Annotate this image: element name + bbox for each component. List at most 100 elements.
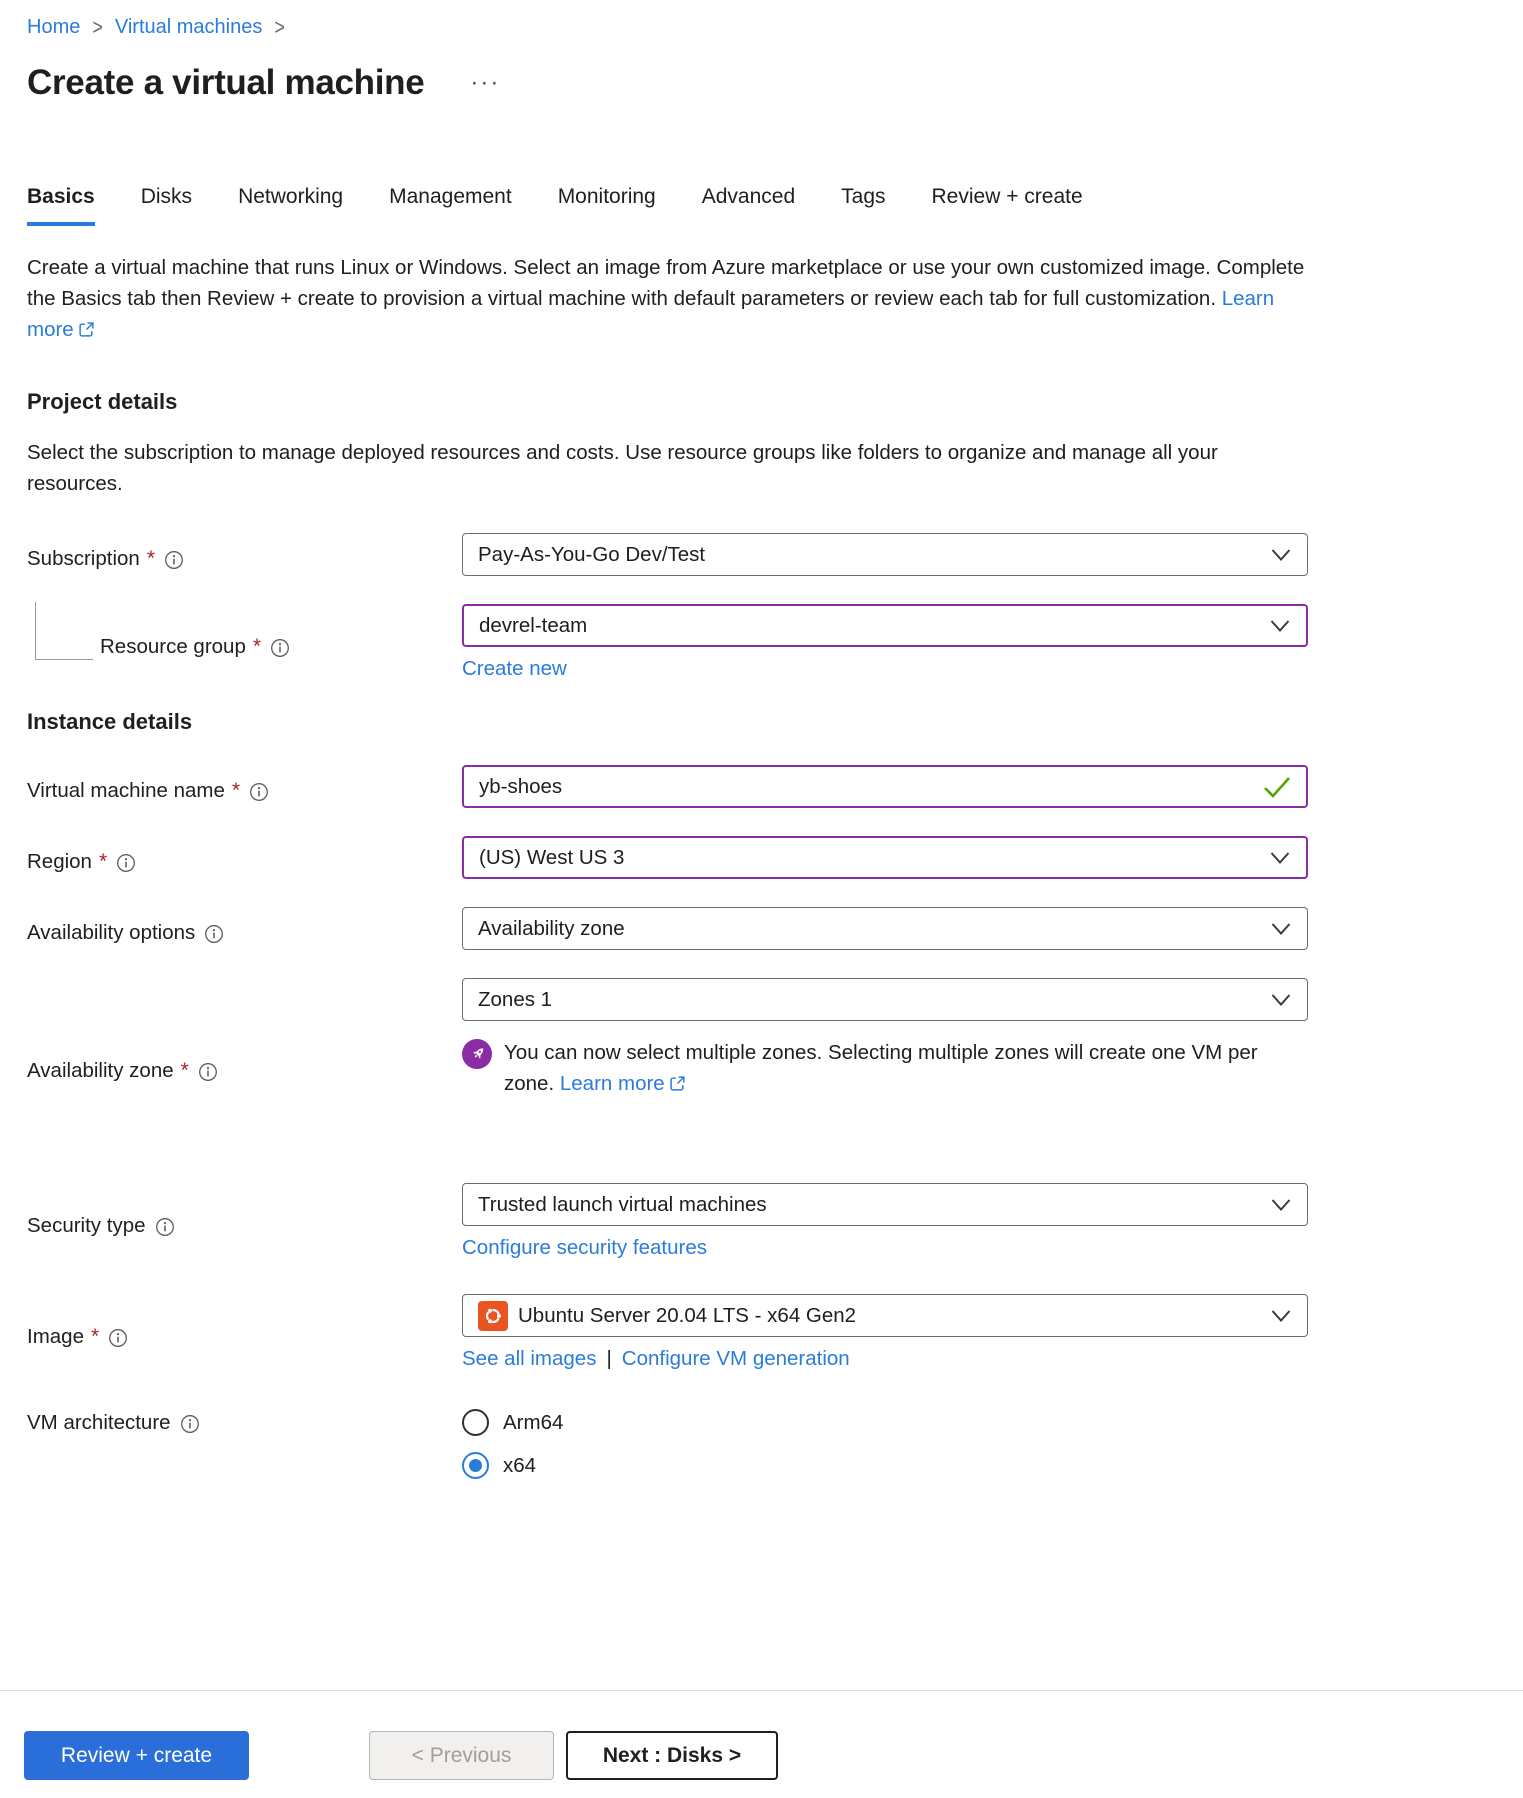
availability-zone-value: Zones 1 bbox=[478, 988, 552, 1012]
availability-options-label: Availability options bbox=[27, 921, 195, 945]
breadcrumb-separator: > bbox=[274, 14, 285, 40]
tab-monitoring[interactable]: Monitoring bbox=[558, 185, 656, 226]
security-type-value: Trusted launch virtual machines bbox=[478, 1193, 767, 1217]
vm-architecture-radio-group: Arm64 x64 bbox=[462, 1407, 1308, 1479]
tab-networking[interactable]: Networking bbox=[238, 185, 343, 226]
field-row-image: Image * Ubuntu Server 20.04 bbox=[27, 1294, 1308, 1371]
zones-note-text: You can now select multiple zones. Selec… bbox=[504, 1037, 1302, 1099]
breadcrumb-link-home[interactable]: Home bbox=[27, 16, 80, 39]
ubuntu-logo-icon bbox=[478, 1301, 508, 1331]
hierarchy-connector-line bbox=[35, 602, 93, 660]
info-icon[interactable] bbox=[164, 550, 184, 570]
radio-circle-icon bbox=[462, 1409, 489, 1436]
tab-disks[interactable]: Disks bbox=[141, 185, 192, 226]
vm-name-input[interactable] bbox=[479, 775, 1260, 799]
region-value: (US) West US 3 bbox=[479, 846, 624, 870]
configure-security-features-link[interactable]: Configure security features bbox=[462, 1236, 707, 1260]
field-row-availability-options: Availability options Availability zone bbox=[27, 907, 1308, 950]
image-value: Ubuntu Server 20.04 LTS - x64 Gen2 bbox=[518, 1304, 856, 1328]
availability-options-value: Availability zone bbox=[478, 917, 625, 941]
review-create-button[interactable]: Review + create bbox=[24, 1731, 249, 1780]
zones-learn-more-link[interactable]: Learn more bbox=[560, 1072, 665, 1095]
create-new-resource-group-link[interactable]: Create new bbox=[462, 657, 567, 681]
chevron-down-icon bbox=[1271, 993, 1291, 1006]
required-asterisk: * bbox=[253, 635, 261, 659]
image-dropdown[interactable]: Ubuntu Server 20.04 LTS - x64 Gen2 bbox=[462, 1294, 1308, 1337]
required-asterisk: * bbox=[232, 779, 240, 803]
zones-info-note: You can now select multiple zones. Selec… bbox=[462, 1037, 1302, 1099]
section-heading-project-details: Project details bbox=[27, 389, 1308, 415]
tab-strip: Basics Disks Networking Management Monit… bbox=[27, 185, 1308, 226]
availability-options-dropdown[interactable]: Availability zone bbox=[462, 907, 1308, 950]
info-icon[interactable] bbox=[116, 853, 136, 873]
vm-architecture-label: VM architecture bbox=[27, 1411, 171, 1435]
chevron-down-icon bbox=[1271, 1309, 1291, 1322]
subscription-dropdown[interactable]: Pay-As-You-Go Dev/Test bbox=[462, 533, 1308, 576]
tab-tags[interactable]: Tags bbox=[841, 185, 885, 226]
tab-advanced[interactable]: Advanced bbox=[702, 185, 795, 226]
security-type-label: Security type bbox=[27, 1214, 146, 1238]
radio-arm64[interactable]: Arm64 bbox=[462, 1409, 563, 1436]
section-heading-instance-details: Instance details bbox=[27, 709, 1308, 735]
configure-vm-generation-link[interactable]: Configure VM generation bbox=[622, 1347, 850, 1371]
chevron-down-icon bbox=[1271, 922, 1291, 935]
required-asterisk: * bbox=[181, 1059, 189, 1083]
info-icon[interactable] bbox=[108, 1328, 128, 1348]
resource-group-value: devrel-team bbox=[479, 614, 587, 638]
required-asterisk: * bbox=[99, 850, 107, 874]
field-row-availability-zone: Availability zone * Zones 1 bbox=[27, 978, 1308, 1155]
required-asterisk: * bbox=[91, 1325, 99, 1349]
project-details-description: Select the subscription to manage deploy… bbox=[27, 437, 1308, 499]
external-link-icon bbox=[669, 1075, 686, 1092]
chevron-down-icon bbox=[1270, 619, 1290, 632]
tab-basics[interactable]: Basics bbox=[27, 185, 95, 226]
previous-button[interactable]: < Previous bbox=[369, 1731, 554, 1780]
tab-review-create[interactable]: Review + create bbox=[932, 185, 1083, 226]
info-icon[interactable] bbox=[249, 782, 269, 802]
vm-name-input-wrapper bbox=[462, 765, 1308, 808]
more-menu-button[interactable]: ··· bbox=[470, 69, 500, 97]
info-icon[interactable] bbox=[155, 1217, 175, 1237]
radio-x64-label: x64 bbox=[503, 1454, 536, 1478]
subscription-value: Pay-As-You-Go Dev/Test bbox=[478, 543, 705, 567]
field-row-resource-group: Resource group * devrel-team Create new bbox=[27, 604, 1308, 681]
valid-checkmark-icon bbox=[1262, 775, 1292, 799]
page-content: Home > Virtual machines > Create a virtu… bbox=[0, 0, 1523, 1507]
security-type-dropdown[interactable]: Trusted launch virtual machines bbox=[462, 1183, 1308, 1226]
chevron-down-icon bbox=[1271, 548, 1291, 561]
tab-management[interactable]: Management bbox=[389, 185, 512, 226]
external-link-icon bbox=[78, 321, 95, 338]
info-icon[interactable] bbox=[270, 638, 290, 658]
radio-circle-icon bbox=[462, 1452, 489, 1479]
rocket-icon bbox=[462, 1039, 492, 1069]
info-icon[interactable] bbox=[198, 1062, 218, 1082]
breadcrumb: Home > Virtual machines > bbox=[27, 16, 1308, 39]
see-all-images-link[interactable]: See all images bbox=[462, 1347, 596, 1371]
page-title: Create a virtual machine bbox=[27, 63, 424, 103]
info-icon[interactable] bbox=[180, 1414, 200, 1434]
next-disks-button[interactable]: Next : Disks > bbox=[566, 1731, 778, 1780]
subscription-label: Subscription bbox=[27, 547, 140, 571]
region-label: Region bbox=[27, 850, 92, 874]
chevron-down-icon bbox=[1270, 851, 1290, 864]
radio-arm64-label: Arm64 bbox=[503, 1411, 563, 1435]
required-asterisk: * bbox=[147, 547, 155, 571]
region-dropdown[interactable]: (US) West US 3 bbox=[462, 836, 1308, 879]
info-icon[interactable] bbox=[204, 924, 224, 944]
radio-x64[interactable]: x64 bbox=[462, 1452, 536, 1479]
wizard-footer: Review + create < Previous Next : Disks … bbox=[0, 1690, 1523, 1798]
image-label: Image bbox=[27, 1325, 84, 1349]
field-row-security-type: Security type Trusted launch virtual mac… bbox=[27, 1183, 1308, 1260]
availability-zone-label: Availability zone bbox=[27, 1059, 174, 1083]
links-separator: | bbox=[606, 1347, 611, 1371]
resource-group-dropdown[interactable]: devrel-team bbox=[462, 604, 1308, 647]
intro-text: Create a virtual machine that runs Linux… bbox=[27, 252, 1308, 345]
breadcrumb-link-virtual-machines[interactable]: Virtual machines bbox=[115, 16, 262, 39]
field-row-vm-name: Virtual machine name * bbox=[27, 765, 1308, 808]
field-row-vm-architecture: VM architecture Arm64 x64 bbox=[27, 1407, 1308, 1479]
vm-name-label: Virtual machine name bbox=[27, 779, 225, 803]
intro-text-body: Create a virtual machine that runs Linux… bbox=[27, 256, 1304, 310]
availability-zone-dropdown[interactable]: Zones 1 bbox=[462, 978, 1308, 1021]
field-row-region: Region * (US) West US 3 bbox=[27, 836, 1308, 879]
chevron-down-icon bbox=[1271, 1198, 1291, 1211]
